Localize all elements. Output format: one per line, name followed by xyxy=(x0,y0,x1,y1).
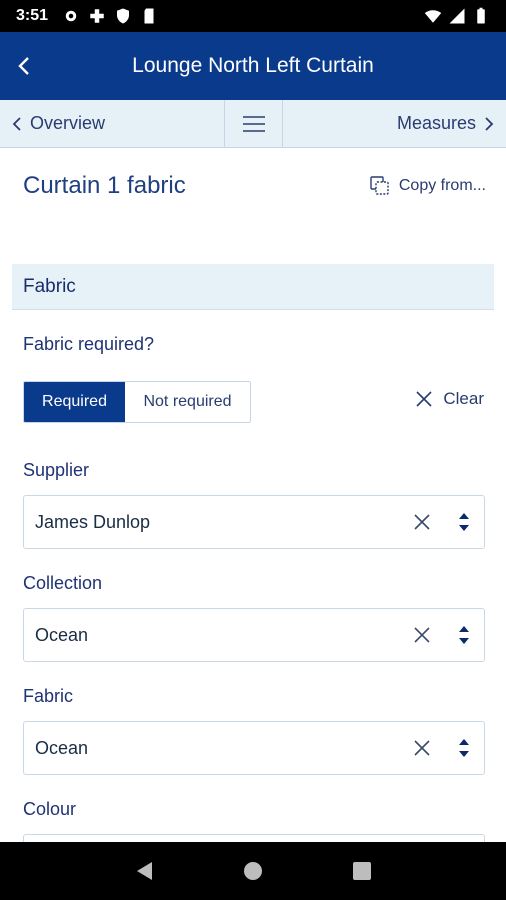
page-title: Curtain 1 fabric xyxy=(23,172,186,199)
fabric-required-toggle: Required Not required xyxy=(23,381,251,423)
home-circle-icon[interactable] xyxy=(243,861,263,881)
app-bar-title: Lounge North Left Curtain xyxy=(132,54,374,77)
copy-from-label: Copy from... xyxy=(398,177,486,194)
supplier-dropdown-toggle[interactable] xyxy=(450,504,478,540)
wifi-icon xyxy=(424,10,442,23)
signal-icon xyxy=(449,8,465,24)
sort-arrows-icon xyxy=(459,513,469,531)
settings-icon xyxy=(65,10,77,22)
sort-arrows-icon xyxy=(459,739,469,757)
colour-select[interactable] xyxy=(23,834,485,842)
sub-navigation: Overview Measures xyxy=(0,100,506,148)
supplier-label: Supplier xyxy=(23,460,90,480)
close-icon xyxy=(414,514,430,530)
clear-label: Clear xyxy=(443,389,484,408)
fabric-required-label: Fabric required? xyxy=(23,334,155,354)
sim-card-icon xyxy=(144,8,154,24)
chevron-left-icon xyxy=(12,116,21,131)
fabric-select[interactable]: Ocean xyxy=(23,721,485,775)
chevron-right-icon xyxy=(485,116,494,131)
fabric-value: Ocean xyxy=(35,737,89,758)
not-required-option[interactable]: Not required xyxy=(125,382,250,422)
status-time: 3:51 xyxy=(16,7,49,24)
overview-nav-button[interactable]: Overview xyxy=(0,100,225,147)
copy-icon xyxy=(370,176,389,195)
clear-collection-button[interactable] xyxy=(404,617,440,653)
clear-fabric-button[interactable] xyxy=(404,730,440,766)
chevron-left-icon xyxy=(18,57,29,75)
measures-label: Measures xyxy=(396,113,476,133)
close-icon xyxy=(414,740,430,756)
required-option[interactable]: Required xyxy=(24,382,125,422)
battery-icon xyxy=(477,7,485,24)
close-icon xyxy=(416,391,432,407)
copy-from-button[interactable]: Copy from... xyxy=(369,175,486,197)
collection-label: Collection xyxy=(23,573,103,593)
collection-value: Ocean xyxy=(35,624,89,645)
status-bar: 3:51 xyxy=(0,0,506,32)
overview-label: Overview xyxy=(30,113,106,133)
back-button[interactable] xyxy=(0,32,48,100)
measures-nav-button[interactable]: Measures xyxy=(283,100,506,147)
menu-button[interactable] xyxy=(225,100,283,147)
back-triangle-icon[interactable] xyxy=(134,860,154,882)
system-navigation-bar xyxy=(0,842,506,900)
fabric-label: Fabric xyxy=(23,686,74,706)
close-icon xyxy=(414,627,430,643)
app-bar: Lounge North Left Curtain xyxy=(0,32,506,100)
collection-dropdown-toggle[interactable] xyxy=(450,617,478,653)
supplier-select[interactable]: James Dunlop xyxy=(23,495,485,549)
hamburger-menu-icon xyxy=(242,115,265,132)
collection-select[interactable]: Ocean xyxy=(23,608,485,662)
supplier-value: James Dunlop xyxy=(35,511,151,532)
shield-icon xyxy=(117,8,130,24)
colour-label: Colour xyxy=(23,799,77,819)
clear-supplier-button[interactable] xyxy=(404,504,440,540)
recents-square-icon[interactable] xyxy=(352,861,372,881)
fabric-dropdown-toggle[interactable] xyxy=(450,730,478,766)
sort-arrows-icon xyxy=(459,626,469,644)
clear-button[interactable]: Clear xyxy=(415,389,484,409)
heading-row: Curtain 1 fabric Copy from... xyxy=(23,172,486,200)
medical-cross-icon xyxy=(90,9,104,23)
fabric-section-header: Fabric xyxy=(12,264,494,310)
main-content: Curtain 1 fabric Copy from... Fabric Fab… xyxy=(0,148,506,842)
